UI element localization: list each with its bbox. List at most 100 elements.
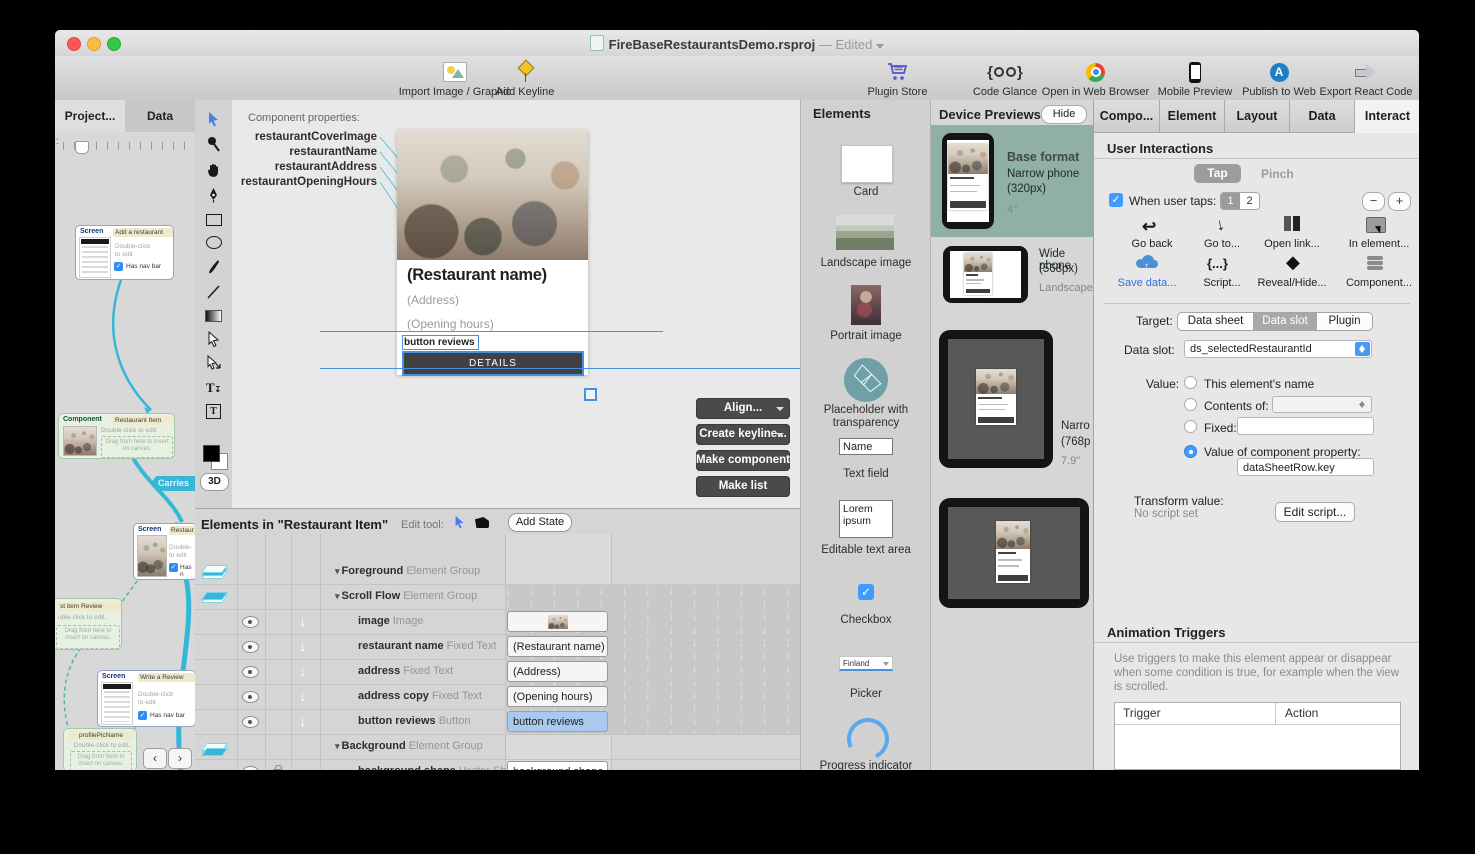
device-preview-large-tablet[interactable] (931, 495, 1094, 615)
hand-tool[interactable] (205, 161, 222, 178)
script-icon[interactable]: {...} (1207, 256, 1228, 271)
hide-button[interactable]: Hide (1041, 105, 1087, 124)
state-chip[interactable]: background shape (507, 761, 608, 770)
scale-select-tool[interactable] (205, 355, 222, 372)
contents-of-dropdown[interactable] (1272, 396, 1372, 413)
visibility-eye-icon[interactable] (242, 691, 259, 703)
gesture-tab-pinch[interactable]: Pinch (1261, 167, 1294, 181)
device-preview-narrow-tablet[interactable]: Narro (768p 7.9" (931, 328, 1094, 493)
foreground-color-swatch[interactable] (203, 445, 220, 462)
edit-tool-select-icon[interactable] (453, 515, 466, 534)
add-keyline-button[interactable]: Add Keyline (480, 60, 570, 98)
element-landscape-image[interactable] (836, 215, 894, 250)
disclosure-icon[interactable]: ▾ (335, 591, 340, 601)
component-property-input[interactable]: dataSheetRow.key (1237, 458, 1374, 476)
add-interaction-button[interactable]: + (1388, 192, 1411, 211)
target-data-slot[interactable]: Data slot (1253, 313, 1317, 330)
script-label[interactable]: Script... (1182, 277, 1262, 289)
ellipse-tool[interactable] (205, 234, 222, 251)
make-component-button[interactable]: Make component (696, 450, 790, 471)
gesture-tab-tap[interactable]: Tap (1194, 164, 1241, 183)
opening-hours-text[interactable]: (Opening hours) (407, 317, 494, 331)
details-button[interactable]: DETAILS (402, 351, 584, 376)
element-text-field[interactable]: Name (839, 438, 893, 455)
lock-icon[interactable] (273, 769, 281, 770)
tab-component[interactable]: Compo... (1094, 100, 1160, 133)
element-checkbox[interactable]: ✓ (858, 584, 874, 600)
rectangle-tool[interactable] (205, 211, 222, 228)
add-state-button[interactable]: Add State (508, 513, 572, 532)
direct-select-tool[interactable] (205, 330, 222, 347)
component-card-profilepicname[interactable]: profilePicName Double-click to edit. Dra… (63, 728, 137, 770)
drag-source-box[interactable]: Drag from here to insert on canvas. (70, 751, 132, 770)
drag-source-box[interactable]: Drag from here to insert on canvas. (56, 625, 120, 649)
screen-card-add-restaurant[interactable]: Screen Add a restaurant Double-clickto e… (75, 225, 174, 280)
has-nav-bar-checkbox[interactable]: ✓ (138, 711, 147, 720)
reveal-hide-label[interactable]: Reveal/Hide... (1252, 277, 1332, 289)
remove-interaction-button[interactable]: − (1362, 192, 1385, 211)
state-chip-selected[interactable]: button reviews (507, 711, 608, 732)
visibility-eye-icon[interactable] (242, 641, 259, 653)
gradient-tool[interactable] (205, 307, 222, 324)
nav-next-button[interactable]: › (168, 748, 192, 769)
state-chip[interactable]: (Restaurant name) (507, 636, 608, 657)
3d-mode-button[interactable]: 3D (200, 473, 229, 491)
align-button[interactable]: Align... (696, 398, 790, 419)
visibility-eye-icon[interactable] (242, 766, 259, 770)
radio-component-property[interactable] (1184, 445, 1197, 458)
select-tool[interactable] (205, 110, 222, 127)
publish-button[interactable]: A Publish to Web (1233, 60, 1325, 98)
screen-card-restaurant[interactable]: Screen Restaur Double-to edit ✓ Has n (133, 523, 196, 580)
timeline-row-foreground[interactable]: ▾Foreground Element Group (195, 559, 800, 585)
disclosure-icon[interactable]: ▾ (335, 566, 340, 576)
line-tool[interactable] (205, 283, 222, 300)
component-card-review-item[interactable]: st item Review uble-click to edit. Drag … (55, 598, 122, 650)
text-box-tool[interactable]: T (205, 403, 222, 420)
pin-tool[interactable] (205, 135, 222, 152)
drag-source-box[interactable]: Drag from here to insert on canvas. (101, 436, 173, 458)
button-reviews-label[interactable]: button reviews (402, 335, 479, 350)
reveal-hide-icon[interactable]: ◆ (1286, 252, 1300, 273)
element-card[interactable] (841, 145, 893, 183)
in-element-icon[interactable] (1366, 217, 1386, 233)
save-data-label[interactable]: Save data... (1107, 277, 1187, 289)
open-link-icon[interactable] (1284, 216, 1302, 233)
mobile-preview-button[interactable]: Mobile Preview (1150, 60, 1240, 98)
save-data-icon[interactable]: ↑ (1134, 255, 1160, 268)
when-user-taps-checkbox[interactable]: ✓ (1109, 193, 1123, 207)
fixed-value-input[interactable] (1237, 417, 1374, 435)
open-link-label[interactable]: Open link... (1252, 238, 1332, 250)
edit-tool-transform-icon[interactable] (475, 517, 489, 528)
anchor-down-icon[interactable]: ↓ (299, 713, 307, 730)
anchor-down-icon[interactable]: ↓ (299, 663, 307, 680)
go-back-icon[interactable]: ↩ (1142, 217, 1156, 237)
state-chip[interactable]: (Address) (507, 661, 608, 682)
resize-handle[interactable] (584, 388, 597, 401)
tab-element[interactable]: Element (1160, 100, 1225, 133)
address-text[interactable]: (Address) (407, 293, 459, 307)
timeline-row-background-shape[interactable]: background shape Vector Sh background sh… (195, 759, 800, 770)
data-slot-dropdown[interactable]: ds_selectedRestaurantId (1184, 340, 1372, 358)
has-nav-bar-checkbox[interactable]: ✓ (114, 262, 123, 271)
text-flow-tool[interactable]: T↧ (205, 379, 222, 396)
in-element-label[interactable]: In element... (1339, 238, 1419, 250)
component-card-restaurant-item[interactable]: Component Restaurant Item Double-click t… (58, 413, 175, 459)
target-data-sheet[interactable]: Data sheet (1178, 313, 1253, 330)
tab-data[interactable]: Data (1290, 100, 1355, 133)
timeline-row-background[interactable]: ▾Background Element Group (195, 734, 800, 760)
go-back-label[interactable]: Go back (1112, 238, 1192, 250)
restaurant-name-text[interactable]: (Restaurant name) (407, 266, 547, 285)
has-nav-bar-checkbox[interactable]: ✓ (169, 563, 178, 572)
pen-tool[interactable] (205, 186, 222, 203)
restaurant-cover-image[interactable] (397, 130, 588, 260)
open-browser-button[interactable]: Open in Web Browser (1033, 60, 1158, 98)
target-segmented-control[interactable]: Data sheet Data slot Plugin (1177, 312, 1373, 331)
element-progress-indicator[interactable] (841, 712, 895, 766)
restaurant-card-artboard[interactable]: (Restaurant name) (Address) (Opening hou… (397, 130, 588, 375)
component-action-icon[interactable] (1367, 256, 1383, 270)
radio-this-elements-name[interactable] (1184, 376, 1197, 389)
create-keyline-button[interactable]: Create keyline... (696, 424, 790, 445)
triggers-table[interactable]: Trigger Action (1114, 702, 1401, 770)
element-portrait-image[interactable] (851, 285, 881, 325)
anchor-down-icon[interactable]: ↓ (299, 638, 307, 655)
